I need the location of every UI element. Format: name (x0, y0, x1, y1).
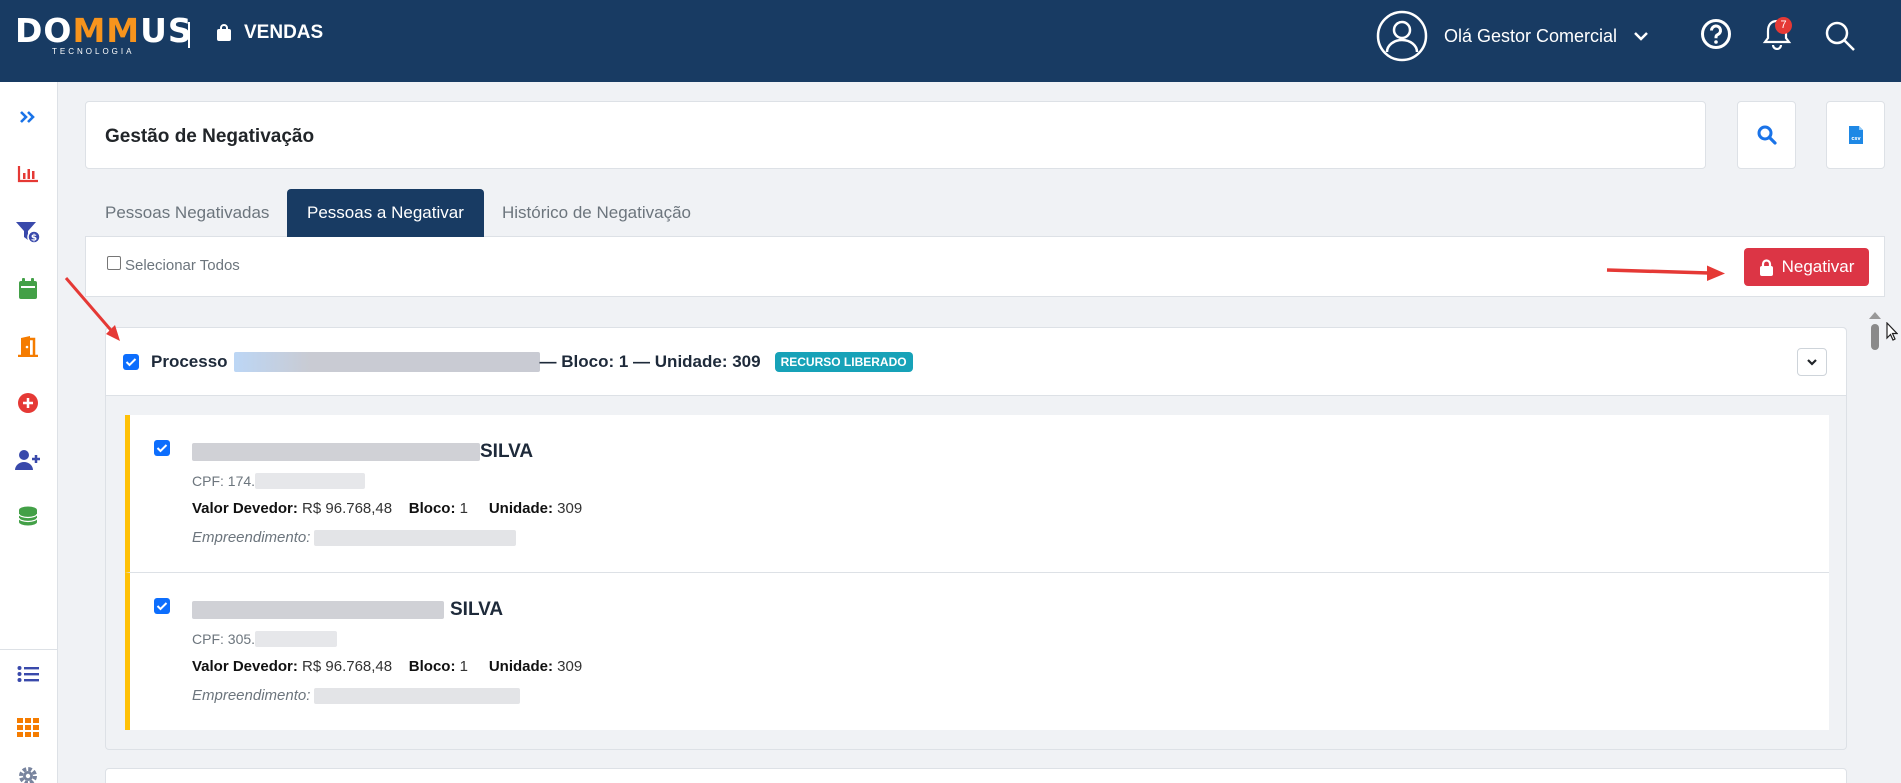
tab-pessoas-a-negativar[interactable]: Pessoas a Negativar (287, 189, 484, 237)
bloco-value: 1 (459, 500, 468, 517)
select-all-label: Selecionar Todos (125, 257, 240, 274)
redacted-empreendimento (314, 687, 521, 704)
person-cpf: CPF: 305. (192, 631, 338, 647)
valor-label: Valor Devedor: (192, 500, 298, 517)
calendar-icon[interactable] (14, 275, 42, 303)
redacted-process-number (233, 352, 540, 372)
unidade-value: 309 (557, 500, 583, 517)
person-empreendimento: Empreendimento: (192, 529, 517, 546)
mouse-cursor-icon (1886, 322, 1898, 341)
sidebar: $ (0, 82, 58, 783)
module-name: VENDAS (244, 22, 324, 43)
sidebar-divider (0, 649, 58, 650)
status-badge: RECURSO LIBERADO (774, 352, 913, 372)
name-suffix: SILVA (480, 441, 534, 462)
process-card: Processo — Bloco: 1 — Unidade: 309 RECUR… (105, 327, 1847, 750)
dommus-logo[interactable]: DOMMUS (15, 14, 193, 48)
page-title: Gestão de Negativação (105, 126, 315, 147)
next-process-card (105, 768, 1847, 783)
svg-text:$: $ (31, 234, 37, 244)
user-plus-icon[interactable] (14, 446, 42, 474)
redacted-cpf (255, 473, 366, 489)
cpf-text: CPF: 174. (192, 473, 256, 489)
csv-file-icon: csv (1848, 126, 1863, 144)
chevron-down-icon (1634, 32, 1648, 41)
person-values: Valor Devedor: R$ 96.768,48 Bloco: 1 Uni… (192, 500, 582, 517)
module-label[interactable]: VENDAS (216, 22, 323, 44)
grid-icon[interactable] (14, 714, 42, 742)
page-header-card: Gestão de Negativação (85, 101, 1706, 169)
redacted-name (192, 443, 480, 461)
valor-label: Valor Devedor: (192, 658, 298, 675)
action-toolbar: Selecionar Todos Negativar (85, 237, 1885, 297)
bloco-value: 1 (459, 658, 468, 675)
person-checkbox[interactable] (154, 440, 170, 456)
select-all[interactable]: Selecionar Todos (107, 255, 240, 274)
tab-historico-negativacao[interactable]: Histórico de Negativação (482, 189, 711, 237)
top-bar: DOMMUS TECNOLOGIA VENDAS Olá Gestor Come… (0, 0, 1901, 82)
lock-icon (1759, 258, 1773, 276)
plus-circle-icon[interactable] (14, 389, 42, 417)
door-icon[interactable] (14, 332, 42, 360)
logo-subtitle: TECNOLOGIA (52, 47, 135, 56)
unidade-label: Unidade: (488, 500, 553, 517)
name-suffix: SILVA (450, 599, 504, 620)
logo-separator (188, 22, 190, 48)
select-all-checkbox[interactable] (107, 255, 121, 270)
process-title: Processo — Bloco: 1 — Unidade: 309 RECUR… (151, 352, 913, 372)
coins-icon[interactable] (14, 502, 42, 530)
emp-label: Empreendimento: (192, 687, 311, 704)
negativar-button[interactable]: Negativar (1744, 248, 1869, 286)
person-name: SILVA (192, 441, 533, 463)
bloco-label: Bloco: (408, 658, 456, 675)
redacted-empreendimento (314, 529, 517, 546)
scrollbar-thumb[interactable] (1871, 324, 1879, 350)
process-header: Processo — Bloco: 1 — Unidade: 309 RECUR… (106, 328, 1846, 396)
user-avatar-icon (1376, 10, 1428, 62)
person-empreendimento: Empreendimento: (192, 687, 521, 704)
chart-icon[interactable] (14, 160, 42, 188)
tab-bar: Pessoas Negativadas Pessoas a Negativar … (85, 189, 1885, 237)
person-checkbox[interactable] (154, 598, 170, 614)
notification-badge: 7 (1775, 17, 1792, 34)
unidade-label: Unidade: (488, 658, 553, 675)
process-suffix: — Bloco: 1 — Unidade: 309 (539, 352, 761, 371)
process-prefix: Processo (151, 352, 228, 371)
cpf-text: CPF: 305. (192, 631, 256, 647)
valor-value: R$ 96.768,48 (302, 500, 393, 517)
help-icon[interactable] (1700, 18, 1732, 50)
process-checkbox[interactable] (123, 354, 139, 370)
redacted-cpf (255, 631, 338, 647)
expand-icon[interactable] (14, 103, 42, 131)
funnel-money-icon[interactable]: $ (14, 218, 42, 246)
valor-value: R$ 96.768,48 (302, 658, 393, 675)
chevron-down-icon (1807, 359, 1817, 366)
person-values: Valor Devedor: R$ 96.768,48 Bloco: 1 Uni… (192, 658, 582, 675)
user-greeting: Olá Gestor Comercial (1444, 25, 1618, 46)
negativar-label: Negativar (1781, 257, 1855, 276)
person-name: SILVA (192, 599, 503, 621)
filter-search-button[interactable] (1737, 101, 1796, 169)
export-csv-button[interactable]: csv (1826, 101, 1885, 169)
search-icon[interactable] (1824, 20, 1856, 52)
search-icon (1757, 125, 1777, 145)
redacted-name (192, 601, 444, 619)
unidade-value: 309 (557, 658, 583, 675)
collapse-button[interactable] (1797, 348, 1827, 376)
bloco-label: Bloco: (408, 500, 456, 517)
person-item: SILVA CPF: 305. Valor Devedor: R$ 96.768… (125, 572, 1829, 730)
emp-label: Empreendimento: (192, 529, 311, 546)
person-cpf: CPF: 174. (192, 473, 366, 489)
user-menu[interactable]: Olá Gestor Comercial (1376, 10, 1649, 62)
gear-icon[interactable] (14, 762, 42, 783)
bag-icon (217, 24, 231, 41)
person-item: SILVA CPF: 174. Valor Devedor: R$ 96.768… (125, 415, 1829, 572)
tab-pessoas-negativadas[interactable]: Pessoas Negativadas (85, 189, 289, 237)
scroll-up-arrow[interactable] (1869, 312, 1881, 319)
svg-text:csv: csv (1851, 136, 1861, 142)
list-icon[interactable] (14, 660, 42, 688)
